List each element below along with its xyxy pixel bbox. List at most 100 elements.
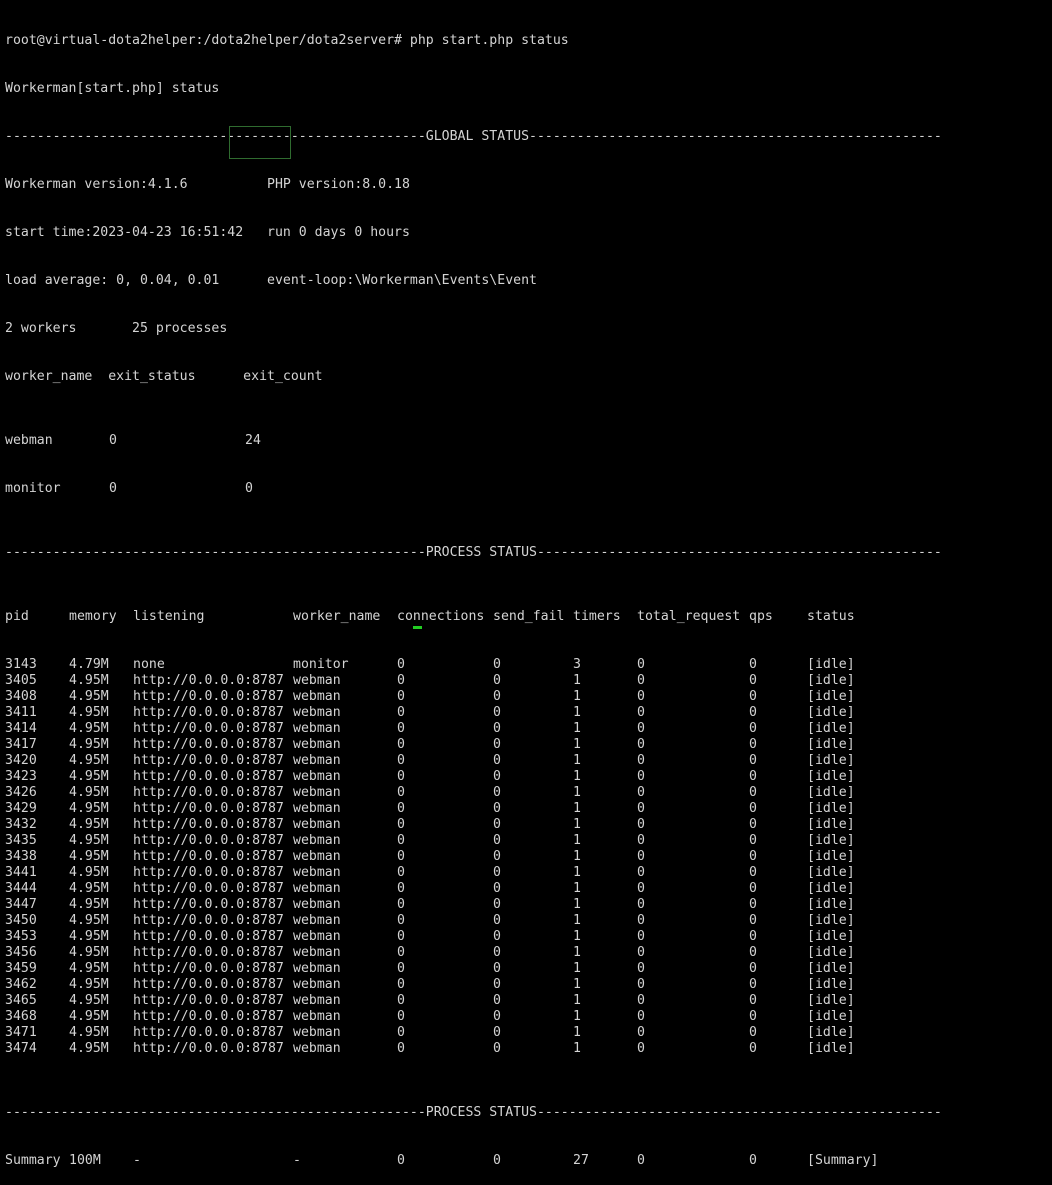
cell-pid: 3426 bbox=[5, 785, 37, 800]
cell-send-fail: 0 bbox=[493, 865, 501, 880]
cell-listening: http://0.0.0.0:8787 bbox=[133, 1041, 284, 1056]
cell-worker-name: webman bbox=[293, 977, 341, 992]
cell-qps: 0 bbox=[749, 801, 757, 816]
cell-connections: 0 bbox=[397, 913, 405, 928]
cell-send-fail: 0 bbox=[493, 753, 501, 768]
cell-listening: http://0.0.0.0:8787 bbox=[133, 689, 284, 704]
process-row: 3444 4.95M http://0.0.0.0:8787 webman 0 0 1 0 0 [… bbox=[5, 881, 942, 897]
cell-timers: 1 bbox=[573, 753, 581, 768]
cell-total-request: 0 bbox=[637, 721, 645, 736]
cell-send-fail: 0 bbox=[493, 1041, 501, 1056]
cell-total-request: 0 bbox=[637, 737, 645, 752]
cell-memory: 4.95M bbox=[69, 673, 109, 688]
cell-memory: 4.95M bbox=[69, 1009, 109, 1024]
process-status-divider-bottom: ----------------------------------------… bbox=[5, 1105, 942, 1120]
cell-worker-name: webman bbox=[293, 689, 341, 704]
cell-memory: 4.95M bbox=[69, 977, 109, 992]
process-row: 3423 4.95M http://0.0.0.0:8787 webman 0 0 1 0 0 [… bbox=[5, 769, 942, 785]
cell-worker-name: monitor bbox=[293, 657, 349, 672]
process-row: 3432 4.95M http://0.0.0.0:8787 webman 0 0 1 0 0 [… bbox=[5, 817, 942, 833]
cell-status: [idle] bbox=[807, 657, 855, 672]
cell-status: [idle] bbox=[807, 865, 855, 880]
cell-memory: 4.95M bbox=[69, 993, 109, 1008]
process-row: 3426 4.95M http://0.0.0.0:8787 webman 0 0 1 0 0 [… bbox=[5, 785, 942, 801]
cell-pid: 3444 bbox=[5, 881, 37, 896]
cell-connections: 0 bbox=[397, 945, 405, 960]
cell-pid: 3420 bbox=[5, 753, 37, 768]
cell-status: [idle] bbox=[807, 785, 855, 800]
cell-pid: 3447 bbox=[5, 897, 37, 912]
cell-timers: 1 bbox=[573, 913, 581, 928]
cell-send-fail: 0 bbox=[493, 961, 501, 976]
process-table-body: 3143 4.79M none monitor 0 0 3 0 0 [idle] 3405 4.95M… bbox=[5, 657, 942, 1057]
summary-status: [Summary] bbox=[807, 1153, 879, 1168]
cell-qps: 0 bbox=[749, 849, 757, 864]
cell-total-request: 0 bbox=[637, 705, 645, 720]
cell-pid: 3435 bbox=[5, 833, 37, 848]
process-row: 3143 4.79M none monitor 0 0 3 0 0 [idle] bbox=[5, 657, 942, 673]
cell-listening: http://0.0.0.0:8787 bbox=[133, 737, 284, 752]
cell-total-request: 0 bbox=[637, 657, 645, 672]
cell-memory: 4.95M bbox=[69, 785, 109, 800]
process-row: 3435 4.95M http://0.0.0.0:8787 webman 0 0 1 0 0 [… bbox=[5, 833, 942, 849]
cell-qps: 0 bbox=[749, 929, 757, 944]
cell-listening: http://0.0.0.0:8787 bbox=[133, 769, 284, 784]
cell-send-fail: 0 bbox=[493, 801, 501, 816]
cell-worker-name: webman bbox=[293, 1025, 341, 1040]
worker-exit-status: 0 bbox=[109, 433, 117, 448]
cell-pid: 3143 bbox=[5, 657, 37, 672]
cell-listening: http://0.0.0.0:8787 bbox=[133, 753, 284, 768]
cell-total-request: 0 bbox=[637, 1041, 645, 1056]
worker-exit-count: 24 bbox=[245, 433, 261, 448]
cell-memory: 4.79M bbox=[69, 657, 109, 672]
cell-pid: 3423 bbox=[5, 769, 37, 784]
cell-qps: 0 bbox=[749, 897, 757, 912]
cell-timers: 1 bbox=[573, 961, 581, 976]
cell-memory: 4.95M bbox=[69, 705, 109, 720]
process-row: 3459 4.95M http://0.0.0.0:8787 webman 0 0 1 0 0 [… bbox=[5, 961, 942, 977]
next-prompt-partial bbox=[5, 622, 422, 629]
cell-qps: 0 bbox=[749, 1041, 757, 1056]
cell-connections: 0 bbox=[397, 689, 405, 704]
cell-listening: http://0.0.0.0:8787 bbox=[133, 1009, 284, 1024]
cell-send-fail: 0 bbox=[493, 881, 501, 896]
cell-timers: 1 bbox=[573, 1025, 581, 1040]
cell-send-fail: 0 bbox=[493, 993, 501, 1008]
cell-timers: 1 bbox=[573, 785, 581, 800]
cell-total-request: 0 bbox=[637, 833, 645, 848]
cell-memory: 4.95M bbox=[69, 913, 109, 928]
cell-listening: http://0.0.0.0:8787 bbox=[133, 913, 284, 928]
cell-total-request: 0 bbox=[637, 1009, 645, 1024]
cell-qps: 0 bbox=[749, 977, 757, 992]
cell-worker-name: webman bbox=[293, 673, 341, 688]
worker-exit-count: 0 bbox=[245, 481, 253, 496]
cell-total-request: 0 bbox=[637, 689, 645, 704]
cell-timers: 1 bbox=[573, 929, 581, 944]
cell-timers: 1 bbox=[573, 801, 581, 816]
cell-connections: 0 bbox=[397, 1025, 405, 1040]
summary-timers: 27 bbox=[573, 1153, 589, 1168]
cell-connections: 0 bbox=[397, 993, 405, 1008]
cell-memory: 4.95M bbox=[69, 849, 109, 864]
process-row: 3411 4.95M http://0.0.0.0:8787 webman 0 0 1 0 0 [… bbox=[5, 705, 942, 721]
cell-timers: 1 bbox=[573, 689, 581, 704]
cell-worker-name: webman bbox=[293, 881, 341, 896]
cell-memory: 4.95M bbox=[69, 1041, 109, 1056]
cell-connections: 0 bbox=[397, 753, 405, 768]
cell-status: [idle] bbox=[807, 993, 855, 1008]
summary-total-request: 0 bbox=[637, 1153, 645, 1168]
workerman-status-line: Workerman[start.php] status bbox=[5, 81, 220, 96]
cell-qps: 0 bbox=[749, 865, 757, 880]
worker-row: monitor 0 0 bbox=[5, 481, 942, 497]
cell-qps: 0 bbox=[749, 657, 757, 672]
cell-pid: 3405 bbox=[5, 673, 37, 688]
cell-pid: 3471 bbox=[5, 1025, 37, 1040]
cell-send-fail: 0 bbox=[493, 737, 501, 752]
cell-qps: 0 bbox=[749, 1009, 757, 1024]
start-time-line: start time:2023-04-23 16:51:42 run 0 day… bbox=[5, 225, 410, 240]
cell-timers: 1 bbox=[573, 977, 581, 992]
cell-connections: 0 bbox=[397, 833, 405, 848]
cell-qps: 0 bbox=[749, 833, 757, 848]
summary-listening: - bbox=[133, 1153, 141, 1168]
cell-qps: 0 bbox=[749, 993, 757, 1008]
